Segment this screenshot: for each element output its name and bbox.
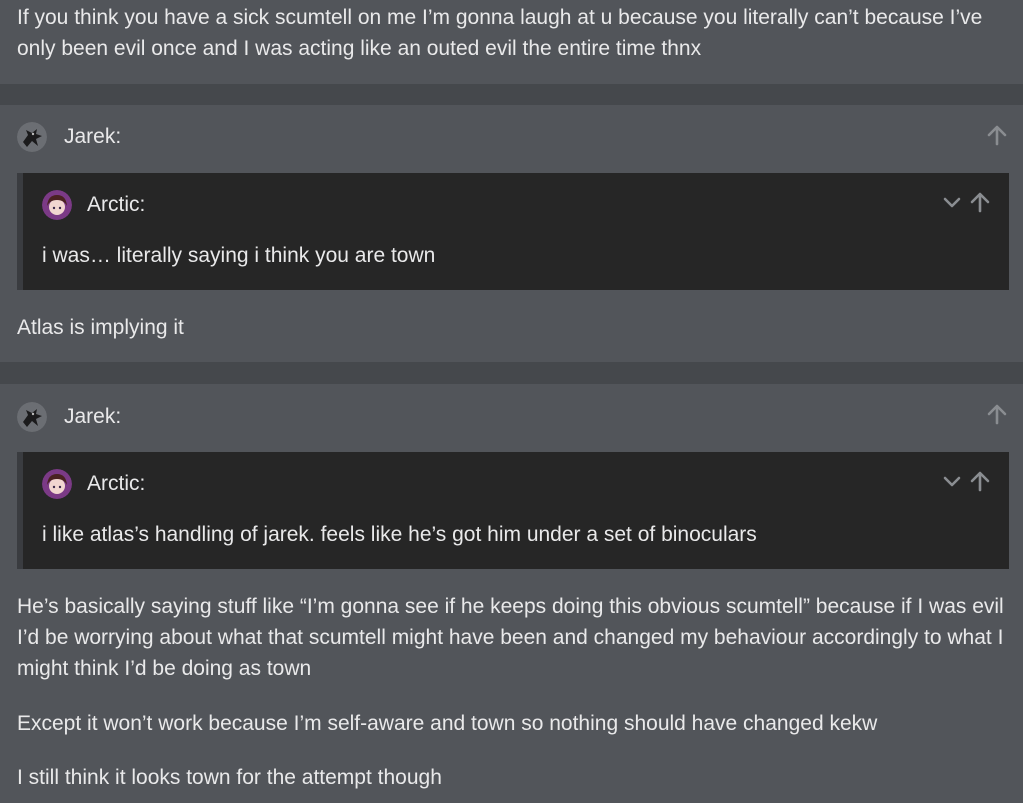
jump-to-post-up-arrow-icon[interactable] [986,124,1008,146]
post-3-paragraph-1: He’s basically saying stuff like “I’m go… [17,595,1004,680]
post-separator [0,362,1023,384]
post-3-paragraph-2: Except it won’t work because I’m self-aw… [17,712,878,735]
quote-controls [941,191,991,213]
expand-quote-chevron-down-icon[interactable] [941,470,963,492]
crow-avatar-icon[interactable] [17,122,47,152]
post-3-quote-author-row: Arctic: [42,469,145,499]
post-separator [0,84,1023,105]
crow-avatar-icon[interactable] [17,402,47,432]
go-to-quoted-post-up-arrow-icon[interactable] [969,470,991,492]
post-3-author-name[interactable]: Jarek: [64,405,121,429]
post-2-reply: Atlas is implying it [17,316,184,339]
post-3-quote: Arctic: i like atlas’s handling of jarek… [17,452,1009,569]
expand-quote-chevron-down-icon[interactable] [941,191,963,213]
forum-thread: If you think you have a sick scumtell on… [0,0,1023,803]
post-2-author-row: Jarek: [17,122,121,152]
post-3-author-row: Jarek: [17,402,121,432]
post-3-quote-author-name[interactable]: Arctic: [87,472,145,496]
jump-to-post-up-arrow-icon[interactable] [986,403,1008,425]
post-1: If you think you have a sick scumtell on… [0,0,1023,84]
go-to-quoted-post-up-arrow-icon[interactable] [969,191,991,213]
post-1-body: If you think you have a sick scumtell on… [17,6,983,60]
anime-avatar-icon[interactable] [42,469,72,499]
post-3-quote-text: i like atlas’s handling of jarek. feels … [42,523,757,546]
post-2-quote: Arctic: i was… literally saying i think … [17,173,1009,290]
quote-controls [941,470,991,492]
post-2-quote-author-row: Arctic: [42,190,145,220]
anime-avatar-icon[interactable] [42,190,72,220]
post-2-quote-author-name[interactable]: Arctic: [87,193,145,217]
post-3-paragraph-3: I still think it looks town for the atte… [17,766,442,789]
post-2-author-name[interactable]: Jarek: [64,125,121,149]
post-2: Jarek: Arctic: i was… literally saying i… [0,105,1023,362]
post-2-quote-text: i was… literally saying i think you are … [42,244,436,267]
post-3: Jarek: Arctic: i like atlas’s handling o… [0,384,1023,803]
